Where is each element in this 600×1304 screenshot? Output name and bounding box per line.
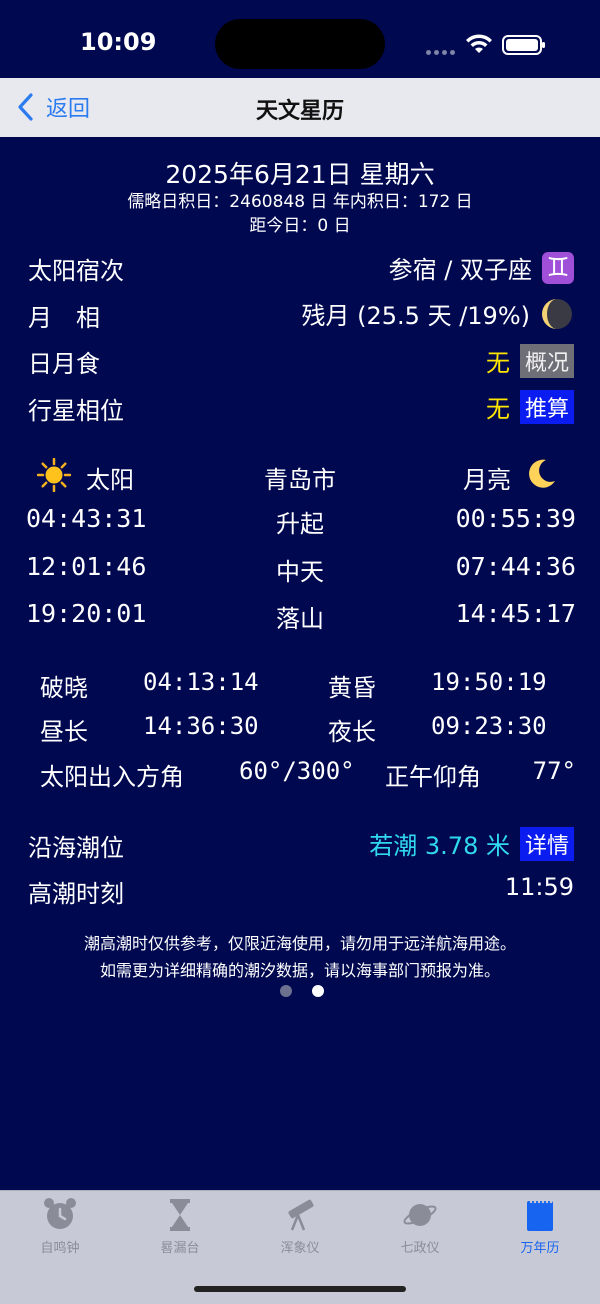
night-length-label: 夜长 [328,718,376,746]
tab-calendar[interactable]: 万年历 [490,1197,590,1257]
eclipse-label: 日月食 [28,350,100,378]
planet-aspect-value: 无 [485,395,510,423]
day-length-label: 昼长 [40,718,88,746]
sun-position-value-row: 参宿 / 双子座 ♊ [389,250,574,285]
planet-aspect-label: 行星相位 [28,397,124,425]
sun-position-label: 太阳宿次 [28,257,124,285]
planet-aspect-value-row: 无 推算 [486,389,574,424]
gemini-icon: ♊ [542,251,574,284]
high-tide-value: 11:59 [504,873,574,901]
sun-azimuth: 60°/300° [239,757,355,785]
hourglass-icon [170,1199,190,1231]
tab-label: 浑象仪 [280,1241,320,1256]
page-indicator[interactable] [280,985,324,997]
moon-phase-value: 残月 (25.5 天 /19%) [301,302,530,330]
night-length: 09:23:30 [431,712,547,740]
crescent-moon-icon [529,459,555,488]
moonrise-time: 00:55:39 [455,504,576,533]
tab-label: 晷漏台 [160,1241,200,1256]
planet-aspect-calculate-button[interactable]: 推算 [519,389,574,424]
waning-crescent-moon-icon [542,298,572,329]
telescope-icon [288,1199,314,1231]
tide-disclaimer-2: 如需更为详细精确的潮汐数据，请以海事部门预报为准。 [99,961,500,980]
dusk-time: 19:50:19 [431,668,547,696]
julian-day-info: 儒略日积日：2460848 日 年内积日：172 日 [127,192,473,212]
sun-position-value: 参宿 / 双子座 [388,256,532,284]
tab-label: 万年历 [520,1241,560,1256]
page-title: 天文星历 [255,99,344,124]
alarm-clock-icon [44,1198,76,1229]
dusk-label: 黄昏 [328,674,376,702]
tab-label: 自鸣钟 [40,1241,80,1256]
date-heading: 2025年6月21日 星期六 [165,160,435,189]
dynamic-island [215,19,385,69]
page-dot-2[interactable] [312,985,324,997]
tide-disclaimer-1: 潮高潮时仅供参考，仅限近海使用，请勿用于远洋航海用途。 [83,934,516,953]
days-from-today: 距今日：0 日 [249,216,351,236]
moon-phase-label: 月 相 [28,304,100,332]
tide-detail-button[interactable]: 详情 [519,826,574,861]
tide-level-label: 沿海潮位 [28,834,124,862]
tab-label: 七政仪 [400,1241,440,1256]
dawn-time: 04:13:14 [143,668,259,696]
moon-transit-time: 07:44:36 [455,552,576,581]
noon-altitude-label: 正午仰角 [385,763,481,791]
wifi-icon [466,34,492,53]
home-indicator[interactable] [194,1286,406,1292]
calendar-icon [527,1200,553,1231]
moonset-time: 14:45:17 [455,599,576,628]
sun-azimuth-label: 太阳出入方角 [40,763,184,791]
tab-planet[interactable]: 七政仪 [370,1197,470,1257]
eclipse-value: 无 [485,349,510,377]
cellular-signal-icon [426,40,458,55]
high-tide-label: 高潮时刻 [28,880,124,908]
moon-label: 月亮 [463,466,511,494]
tab-hourglass[interactable]: 晷漏台 [130,1197,230,1257]
status-time: 10:09 [80,28,157,56]
eclipse-value-row: 无 概况 [486,343,574,378]
planet-icon [403,1204,437,1226]
day-length: 14:36:30 [143,712,259,740]
dawn-label: 破晓 [40,674,88,702]
tide-level-value: 若潮 3.78 米 [369,832,510,860]
noon-altitude: 77° [532,757,576,785]
tide-level-value-row: 若潮 3.78 米 详情 [369,826,574,861]
moon-phase-value-row: 残月 (25.5 天 /19%) [302,296,574,331]
eclipse-overview-button[interactable]: 概况 [519,343,574,378]
page-dot-1[interactable] [280,985,292,997]
battery-icon [502,35,545,55]
tab-telescope[interactable]: 浑象仪 [250,1197,350,1257]
tab-alarm-clock[interactable]: 自鸣钟 [10,1197,110,1257]
